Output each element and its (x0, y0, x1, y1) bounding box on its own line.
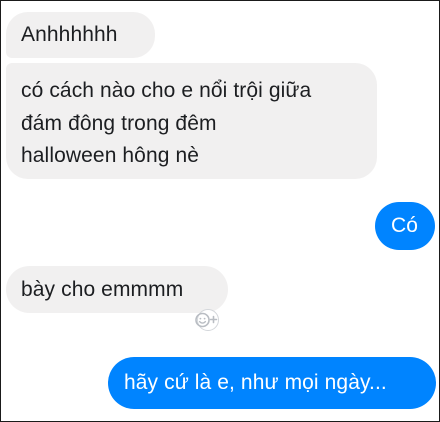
message-bubble-incoming[interactable]: Anhhhhhh (6, 12, 155, 58)
message-text: bày cho emmmm (21, 278, 184, 301)
message-text: hãy cứ là e, như mọi ngày... (124, 371, 387, 394)
smiley-add-reaction-icon (195, 309, 219, 331)
message-text-line: đám đông trong đêm (21, 111, 217, 135)
add-reaction-button[interactable] (187, 306, 229, 334)
message-text-line: có cách nào cho e nổi trội giữa (21, 79, 312, 102)
message-text: Anhhhhhh (21, 23, 118, 46)
message-text-line: halloween hông nè (21, 144, 200, 167)
chat-window: Anhhhhhh có cách nào cho e nổi trội giữa… (0, 0, 440, 422)
message-text: Có (391, 214, 419, 237)
message-bubble-outgoing[interactable]: Có (375, 202, 435, 250)
message-bubble-incoming[interactable]: có cách nào cho e nổi trội giữa đám đông… (6, 63, 377, 179)
message-bubble-outgoing[interactable]: hãy cứ là e, như mọi ngày... (108, 357, 436, 409)
